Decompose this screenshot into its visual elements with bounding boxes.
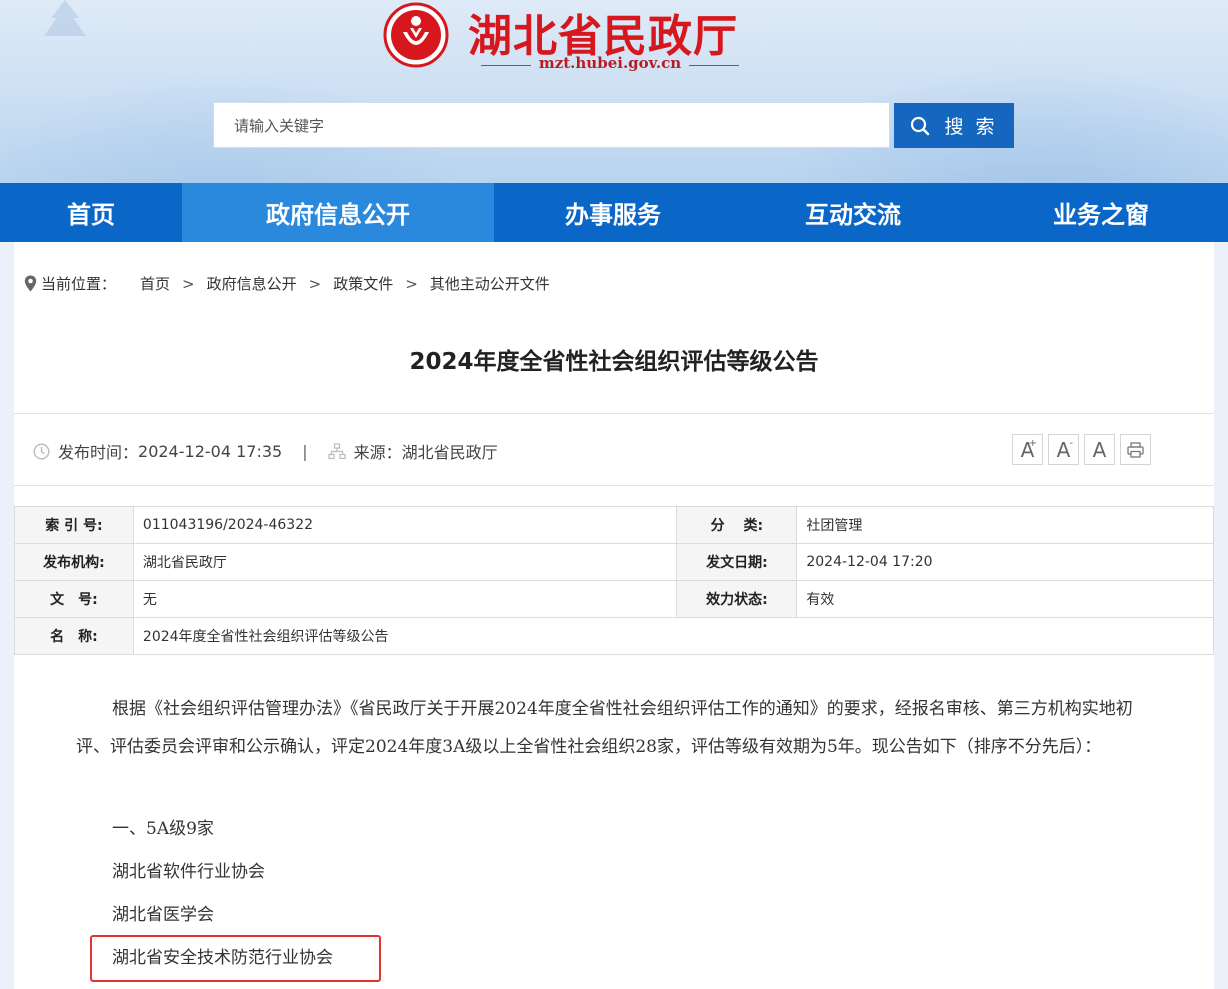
- date-label: 发文日期:: [676, 543, 798, 581]
- search-icon: [911, 116, 930, 135]
- sitemap-icon: [327, 442, 346, 459]
- breadcrumb-separator: >: [308, 274, 322, 293]
- breadcrumb: 当前位置： 首页 > 政府信息公开 > 政策文件 > 其他主动公开文件: [24, 273, 550, 294]
- search-button[interactable]: 搜 索: [894, 103, 1014, 148]
- nav-item-interaction[interactable]: 互动交流: [732, 183, 974, 242]
- article-body: 根据《社会组织评估管理办法》《省民政厅关于开展2024年度全省性社会组织评估工作…: [76, 690, 1156, 968]
- publish-time: 2024-12-04 17:35: [138, 441, 283, 461]
- print-button[interactable]: [1120, 434, 1151, 465]
- publish-time-label: 发布时间：: [58, 443, 139, 462]
- source: 湖北省民政厅: [401, 443, 498, 462]
- font-reset-label: A: [1092, 437, 1107, 462]
- font-decrease-button[interactable]: A-: [1048, 434, 1079, 465]
- main-nav: 首页 政府信息公开 办事服务 互动交流 业务之窗: [0, 183, 1228, 242]
- font-reset-button[interactable]: A: [1084, 434, 1115, 465]
- status-value: 有效: [796, 580, 1214, 618]
- source-label: 来源：: [353, 443, 402, 462]
- breadcrumb-gov-info[interactable]: 政府信息公开: [207, 273, 297, 294]
- category-value: 社团管理: [796, 506, 1214, 544]
- doc-number-label: 文 号:: [14, 580, 134, 618]
- font-decrease-label: A: [1056, 437, 1071, 462]
- clock-icon: [33, 442, 50, 460]
- index-label: 索 引 号:: [14, 506, 134, 544]
- article-title: 2024年度全省性社会组织评估等级公告: [409, 349, 819, 375]
- search-button-label: 搜 索: [944, 116, 998, 138]
- name-value: 2024年度全省性社会组织评估等级公告: [132, 617, 1215, 655]
- breadcrumb-separator: >: [182, 274, 195, 293]
- name-label: 名 称:: [14, 617, 134, 655]
- nav-item-services[interactable]: 办事服务: [494, 183, 732, 242]
- header-tower-decoration: [44, 0, 86, 36]
- font-increase-button[interactable]: A +: [1012, 434, 1043, 465]
- article-tools: A + A- A: [1012, 434, 1151, 465]
- org-value: 湖北省民政厅: [132, 543, 678, 581]
- site-domain: mzt.hubei.gov.cn: [481, 54, 739, 72]
- date-value: 2024-12-04 17:20: [796, 543, 1214, 581]
- meta-divider: |: [302, 441, 308, 461]
- status-label: 效力状态:: [676, 580, 798, 618]
- breadcrumb-other-files[interactable]: 其他主动公开文件: [430, 273, 550, 294]
- nav-item-home[interactable]: 首页: [0, 183, 182, 242]
- site-header: 湖北省民政厅 mzt.hubei.gov.cn 请输入关键字 搜 索: [0, 0, 1228, 183]
- table-row: 发布机构: 湖北省民政厅 发文日期: 2024-12-04 17:20: [14, 543, 1214, 581]
- divider: [14, 485, 1214, 486]
- document-info-table: 索 引 号: 011043196/2024-46322 分 类: 社团管理 发布…: [14, 506, 1215, 655]
- index-value: 011043196/2024-46322: [132, 506, 678, 544]
- civil-affairs-emblem-icon[interactable]: [383, 2, 449, 68]
- article-meta: 发布时间： 2024-12-04 17:35 | 来源： 湖北省民政厅: [33, 439, 498, 463]
- table-row: 文 号: 无 效力状态: 有效: [14, 580, 1214, 618]
- highlight-box: [90, 935, 381, 982]
- section-heading: 一、5A级9家: [112, 819, 214, 839]
- table-row: 索 引 号: 011043196/2024-46322 分 类: 社团管理: [14, 506, 1214, 544]
- org-list-item: 湖北省医学会: [112, 905, 214, 925]
- doc-number-value: 无: [132, 580, 678, 618]
- location-pin-icon: [24, 275, 37, 292]
- table-row: 名 称: 2024年度全省性社会组织评估等级公告: [14, 617, 1215, 655]
- printer-icon: [1127, 441, 1144, 458]
- search-input[interactable]: 请输入关键字: [213, 102, 890, 148]
- breadcrumb-home[interactable]: 首页: [140, 273, 170, 294]
- breadcrumb-separator: >: [405, 274, 418, 293]
- category-label: 分 类:: [676, 506, 798, 544]
- breadcrumb-lead: 当前位置：: [41, 275, 117, 293]
- intro-paragraph: 根据《社会组织评估管理办法》《省民政厅关于开展2024年度全省性社会组织评估工作…: [76, 699, 1133, 757]
- divider: [14, 413, 1214, 414]
- org-label: 发布机构:: [14, 543, 134, 581]
- breadcrumb-policy[interactable]: 政策文件: [333, 273, 393, 294]
- org-list-item: 湖北省软件行业协会: [112, 862, 265, 882]
- nav-item-business[interactable]: 业务之窗: [974, 183, 1228, 242]
- nav-item-gov-info[interactable]: 政府信息公开: [182, 183, 494, 242]
